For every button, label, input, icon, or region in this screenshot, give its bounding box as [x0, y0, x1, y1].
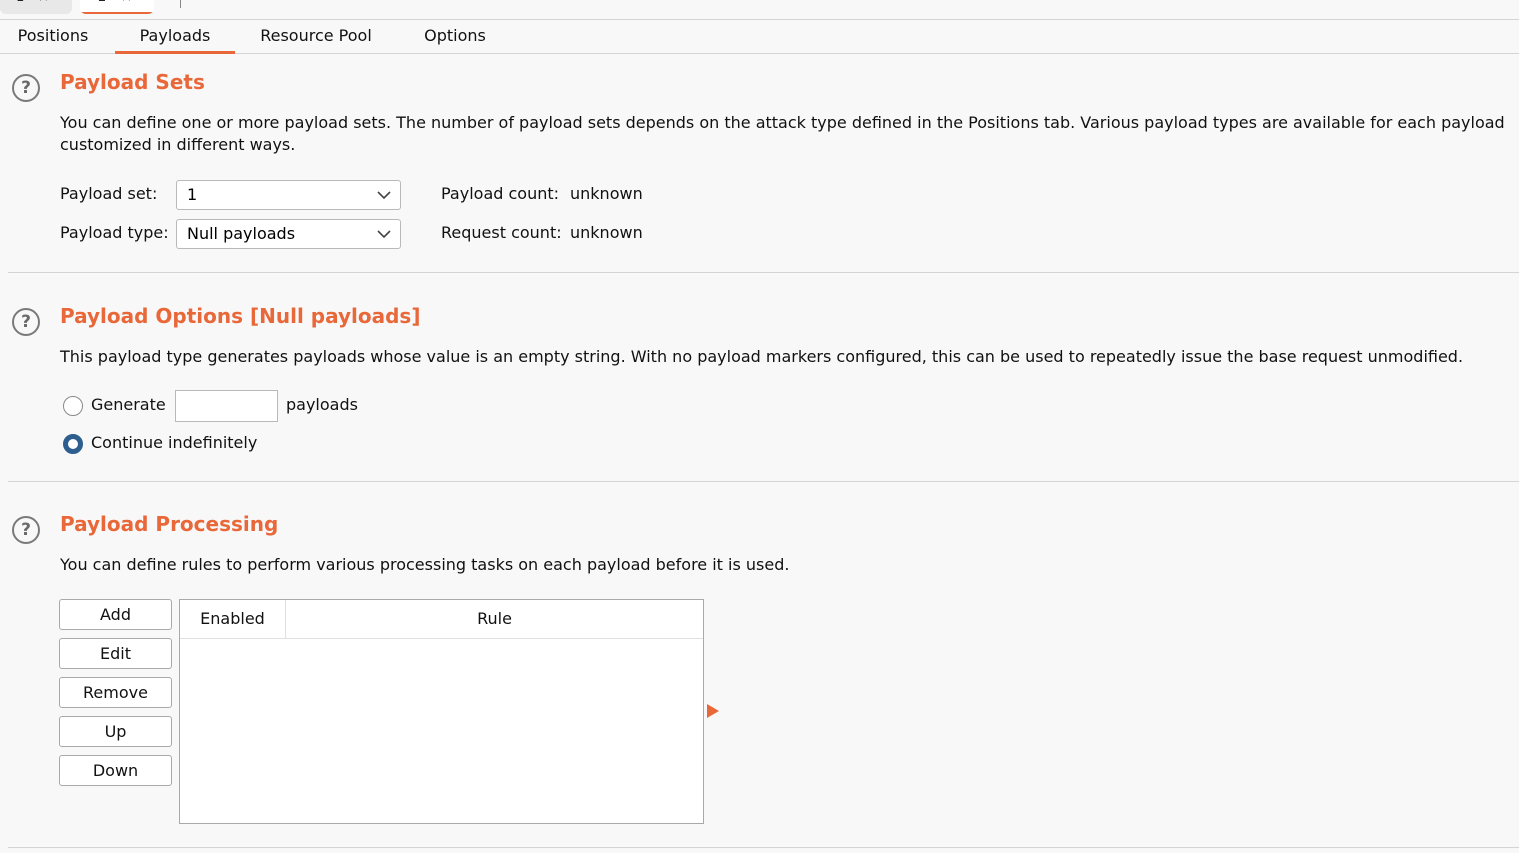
payload-count-value: unknown: [570, 184, 643, 203]
help-icon[interactable]: ?: [12, 516, 40, 544]
generate-count-input[interactable]: [175, 390, 278, 422]
processing-rules-table[interactable]: Enabled Rule: [179, 599, 704, 824]
up-button[interactable]: Up: [59, 716, 172, 747]
payload-type-value: Null payloads: [187, 224, 296, 243]
payload-sets-title: Payload Sets: [60, 70, 205, 94]
tab-positions[interactable]: Positions: [6, 20, 100, 53]
remove-button[interactable]: Remove: [59, 677, 172, 708]
payload-options-description: This payload type generates payloads who…: [60, 347, 1464, 366]
payload-options-title: Payload Options [Null payloads]: [60, 304, 421, 328]
chevron-down-icon: [377, 230, 391, 239]
payload-type-label: Payload type:: [60, 223, 169, 242]
payload-sets-description: You can define one or more payload sets.…: [60, 113, 1505, 132]
payload-set-value: 1: [187, 185, 198, 204]
subtab-bar: Positions Payloads Resource Pool Options: [0, 20, 1519, 54]
attack-tab-2[interactable]: 2 ×: [80, 0, 154, 14]
edit-button[interactable]: Edit: [59, 638, 172, 669]
column-header-enabled[interactable]: Enabled: [180, 600, 286, 638]
section-divider: [8, 847, 1519, 848]
payload-processing-title: Payload Processing: [60, 512, 279, 536]
attack-tab-strip: 1 × 2 ×: [0, 0, 1519, 20]
tab-resource-pool[interactable]: Resource Pool: [250, 20, 382, 53]
help-icon[interactable]: ?: [12, 308, 40, 336]
payload-count-label: Payload count:: [441, 184, 560, 203]
continue-indefinitely-radio[interactable]: [63, 434, 83, 454]
attack-tab-1[interactable]: 1 ×: [0, 0, 72, 14]
table-header: Enabled Rule: [180, 600, 703, 639]
chevron-down-icon: [377, 191, 391, 200]
help-icon[interactable]: ?: [12, 74, 40, 102]
add-button[interactable]: Add: [59, 599, 172, 630]
payloads-suffix-label: payloads: [286, 395, 358, 414]
request-count-label: Request count:: [441, 223, 562, 242]
section-divider: [8, 481, 1519, 482]
active-tab-indicator: [80, 12, 154, 14]
request-count-value: unknown: [570, 223, 643, 242]
tab-payloads[interactable]: Payloads: [115, 20, 235, 54]
down-button[interactable]: Down: [59, 755, 172, 786]
payload-sets-description-cont: customized in different ways.: [60, 135, 296, 154]
expand-arrow-icon[interactable]: [707, 704, 719, 718]
generate-label: Generate: [91, 395, 166, 414]
generate-radio[interactable]: [63, 396, 83, 416]
tab-options[interactable]: Options: [412, 20, 498, 53]
section-divider: [8, 272, 1519, 273]
payload-set-label: Payload set:: [60, 184, 158, 203]
payload-set-select[interactable]: 1: [176, 180, 401, 210]
tab-separator: [180, 0, 181, 8]
payload-processing-description: You can define rules to perform various …: [60, 555, 790, 574]
continue-indefinitely-label: Continue indefinitely: [91, 433, 258, 452]
payload-type-select[interactable]: Null payloads: [176, 219, 401, 249]
column-header-rule[interactable]: Rule: [286, 600, 703, 638]
